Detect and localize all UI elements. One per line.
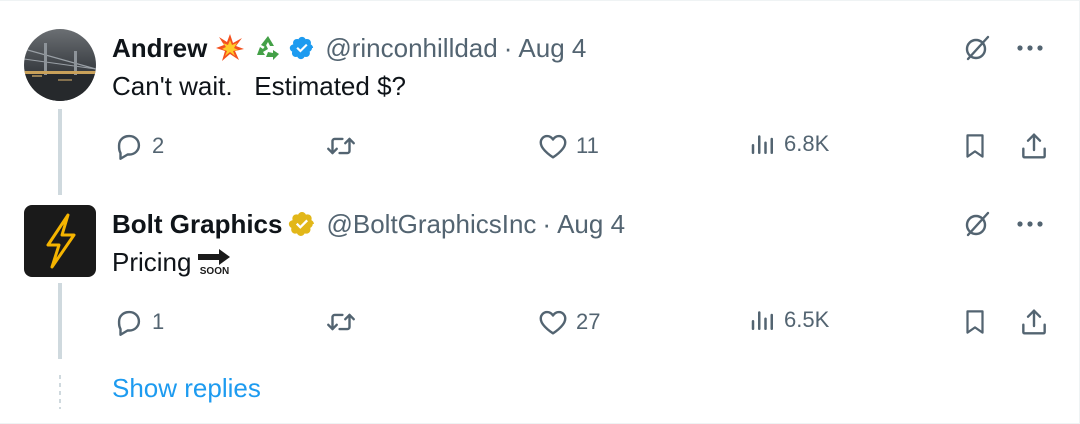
thread-line (58, 109, 62, 195)
reply-button[interactable]: 2 (112, 129, 164, 163)
tweet-text: Pricing SOON (112, 247, 231, 278)
tweet-action-bar: 1 27 6.5K (112, 305, 1048, 341)
bookmark-icon (960, 305, 990, 339)
share-button[interactable] (1018, 129, 1050, 163)
separator-dot: · (542, 208, 552, 239)
tweet-top-actions (962, 33, 1044, 63)
retweet-button[interactable] (324, 305, 364, 339)
soon-label: SOON (199, 265, 230, 277)
tweet-date[interactable]: Aug 4 (557, 209, 625, 240)
reply-count: 1 (152, 309, 165, 334)
avatar[interactable] (24, 29, 96, 101)
tweet-header: Andrew @rinconhilldad · Aug 4 (112, 31, 586, 65)
tweet-action-bar: 2 11 6.8K (112, 129, 1048, 165)
soon-arrow-emoji: SOON (197, 248, 231, 277)
retweet-button[interactable] (324, 129, 364, 163)
bookmark-button[interactable] (960, 305, 990, 339)
author-name[interactable]: Andrew (112, 33, 207, 64)
reply-button[interactable]: 1 (112, 305, 164, 339)
tweet-text-content: Pricing (112, 247, 192, 277)
tweet-date[interactable]: Aug 4 (518, 33, 586, 64)
author-handle[interactable]: @BoltGraphicsInc (326, 209, 536, 240)
retweet-icon (324, 305, 358, 339)
views-button[interactable]: 6.5K (748, 305, 829, 335)
show-replies-link[interactable]: Show replies (112, 373, 261, 404)
author-handle[interactable]: @rinconhilldad (325, 33, 497, 64)
conversation-thread: Andrew @rinconhilldad · Aug 4 Can't wait… (0, 0, 1080, 424)
thread-continuation-dots (59, 375, 61, 409)
like-count: 11 (576, 133, 599, 158)
share-icon (1018, 305, 1050, 339)
reply-count: 2 (152, 133, 165, 158)
collision-emoji (215, 33, 245, 63)
like-button[interactable]: 11 (536, 129, 599, 163)
grok-icon[interactable] (962, 33, 992, 63)
recycle-emoji (253, 33, 283, 63)
separator-dot: · (503, 32, 513, 63)
views-chart-icon (748, 305, 778, 335)
like-button[interactable]: 27 (536, 305, 600, 339)
reply-icon (112, 129, 146, 163)
like-count: 27 (576, 309, 601, 334)
tweet[interactable]: Bolt Graphics @BoltGraphicsInc · Aug 4 P… (0, 195, 1080, 365)
bookmark-button[interactable] (960, 129, 990, 163)
tweet-text: Can't wait. Estimated $? (112, 71, 406, 101)
more-options-icon[interactable] (1016, 43, 1044, 53)
bookmark-icon (960, 129, 990, 163)
share-button[interactable] (1018, 305, 1050, 339)
tweet-header: Bolt Graphics @BoltGraphicsInc · Aug 4 (112, 207, 625, 241)
verified-org-badge-icon[interactable] (288, 210, 316, 238)
view-count: 6.5K (784, 307, 830, 332)
retweet-icon (324, 129, 358, 163)
views-chart-icon (748, 129, 778, 159)
share-icon (1018, 129, 1050, 163)
author-name[interactable]: Bolt Graphics (112, 209, 282, 240)
heart-icon (536, 129, 570, 163)
verified-badge-icon[interactable] (289, 35, 315, 61)
more-options-icon[interactable] (1016, 219, 1044, 229)
grok-icon[interactable] (962, 209, 992, 239)
thread-line (58, 283, 62, 359)
views-button[interactable]: 6.8K (748, 129, 829, 159)
reply-icon (112, 305, 146, 339)
heart-icon (536, 305, 570, 339)
tweet[interactable]: Andrew @rinconhilldad · Aug 4 Can't wait… (0, 19, 1080, 195)
avatar[interactable] (24, 205, 96, 277)
tweet-top-actions (962, 209, 1044, 239)
view-count: 6.8K (784, 131, 830, 156)
